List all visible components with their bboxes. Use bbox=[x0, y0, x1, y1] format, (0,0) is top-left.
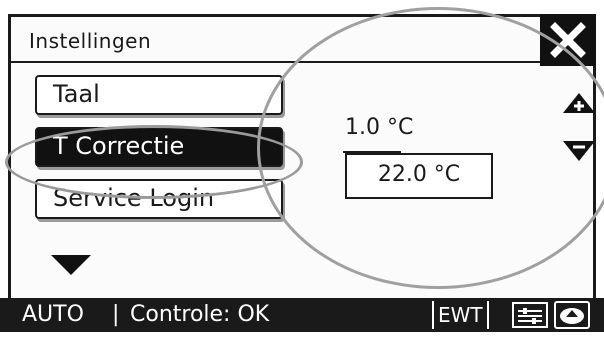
page-title: Instellingen bbox=[29, 29, 152, 53]
settings-sliders-icon[interactable] bbox=[512, 302, 548, 328]
step-size-label: 1.0 °C bbox=[345, 115, 414, 140]
status-bar: AUTO | Controle: OK EWT bbox=[0, 298, 604, 332]
annotation-ellipse bbox=[257, 7, 604, 289]
temperature-value-field[interactable]: 22.0 °C bbox=[345, 153, 493, 199]
status-text: Controle: OK bbox=[130, 302, 270, 327]
status-separator: | bbox=[112, 302, 120, 327]
menu-item-label: Taal bbox=[53, 80, 100, 108]
home-icon[interactable] bbox=[554, 301, 590, 329]
status-mode: AUTO bbox=[22, 302, 84, 327]
settings-panel: Instellingen Taal T Correctie Service Lo… bbox=[5, 7, 604, 304]
menu-item-taal[interactable]: Taal bbox=[35, 75, 283, 115]
chevron-down-icon[interactable] bbox=[49, 251, 93, 279]
arrow-up-icon[interactable] bbox=[559, 83, 599, 117]
arrow-down-icon[interactable] bbox=[559, 135, 599, 169]
ewt-badge: EWT bbox=[432, 301, 489, 329]
